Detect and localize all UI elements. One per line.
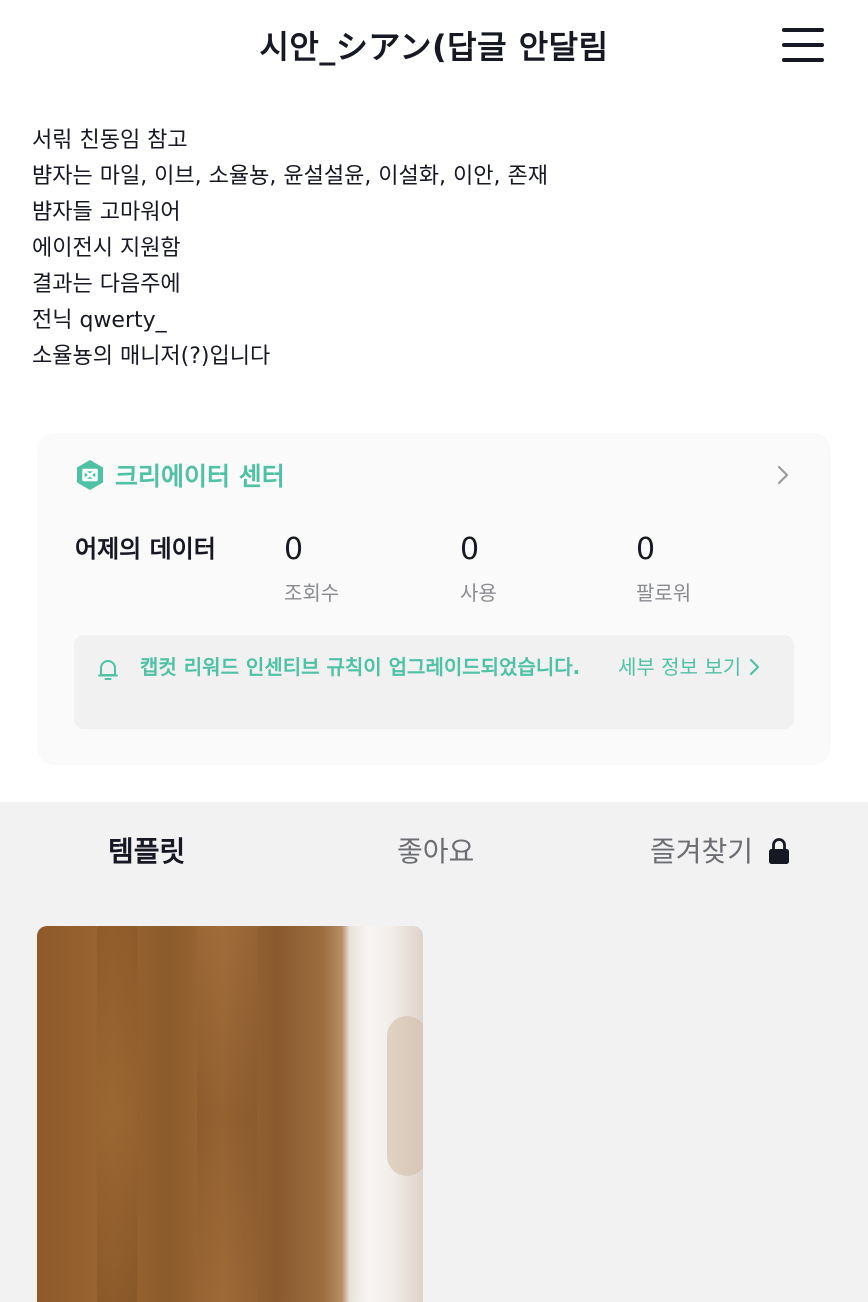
tab-likes[interactable]: 좋아요	[397, 830, 474, 870]
stat-value: 0	[460, 532, 480, 567]
stats-label: 어제의 데이터	[75, 535, 216, 563]
hamburger-menu-icon	[782, 28, 824, 32]
chevron-right-icon	[750, 658, 760, 676]
tab-label: 즐겨찾기	[650, 835, 754, 868]
stat-uses: 0 사용	[460, 533, 620, 606]
creator-center-header[interactable]: 크리에이터 센터	[75, 455, 795, 495]
bio-line: 서릮 친동임 참고	[32, 128, 188, 153]
stat-followers: 0 팔로워	[636, 533, 796, 606]
template-thumbnail[interactable]	[37, 926, 423, 1302]
content-tabs-area: 템플릿 좋아요 즐겨찾기	[0, 802, 868, 1302]
stat-label: 팔로워	[636, 581, 692, 605]
tab-label: 템플릿	[108, 835, 186, 868]
stat-value: 0	[636, 532, 656, 567]
profile-bio: 서릮 친동임 참고 뱜자는 마일, 이브, 소율뇽, 윤설설윤, 이설화, 이안…	[32, 123, 832, 375]
tab-label: 좋아요	[397, 835, 475, 868]
rewards-notice-banner[interactable]: 캡컷 리워드 인센티브 규칙이 업그레이드되었습니다. 세부 정보 보기	[74, 635, 794, 729]
capcut-logo-icon	[77, 460, 103, 490]
creator-center-title: 크리에이터 센터	[115, 462, 285, 491]
bell-icon	[98, 660, 118, 680]
stat-label: 조회수	[284, 581, 340, 605]
bio-line: 결과는 다음주에	[32, 272, 181, 297]
hamburger-menu-button[interactable]	[780, 26, 826, 64]
bio-line: 뱜자들 고마워어	[32, 200, 181, 225]
bio-line: 전닉 qwerty_	[32, 308, 167, 333]
lock-icon	[769, 838, 790, 864]
chevron-right-icon[interactable]	[773, 463, 793, 487]
bio-line: 소율뇽의 매니저(?)입니다	[32, 344, 271, 369]
stat-views: 0 조회수	[284, 533, 444, 606]
tab-templates[interactable]: 템플릿	[108, 830, 185, 870]
stat-value: 0	[284, 532, 304, 567]
top-header: 시안_シアン(답글 안달림	[0, 0, 868, 92]
stat-label: 사용	[460, 581, 497, 605]
details-link[interactable]: 세부 정보 보기	[618, 653, 761, 682]
tab-favorites[interactable]: 즐겨찾기	[650, 830, 791, 870]
page-title: 시안_シアン(답글 안달림	[259, 28, 609, 66]
creator-center-card: 크리에이터 센터 어제의 데이터 0 조회수 0 사용 0 팔로워 캡컷 리워드…	[37, 433, 831, 765]
profile-page: ㅡ ㅡ ㅡ ㅡ 시안_シアン(답글 안달림 서릮 친동임 참고 뱜자는 마일, …	[0, 0, 868, 1302]
bio-line: 뱜자는 마일, 이브, 소율뇽, 윤설설윤, 이설화, 이안, 존재	[32, 164, 548, 189]
notice-text: 캡컷 리워드 인센티브 규칙이 업그레이드되었습니다.	[140, 655, 581, 679]
bio-line: 에이전시 지원함	[32, 236, 181, 261]
details-link-label: 세부 정보 보기	[618, 655, 742, 679]
